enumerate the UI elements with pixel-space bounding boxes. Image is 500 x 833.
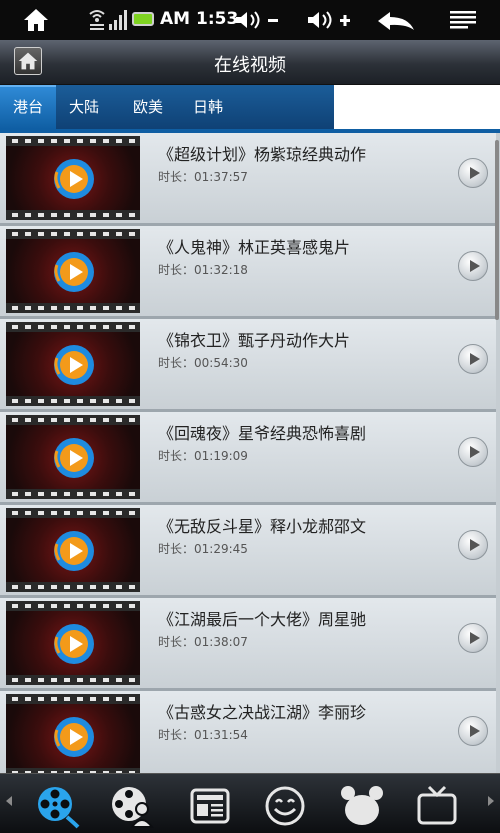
film-perforation xyxy=(6,601,140,611)
video-thumbnail[interactable] xyxy=(6,229,140,313)
wifi-icon xyxy=(89,10,105,30)
video-title[interactable]: 《人鬼神》林正英喜感鬼片 xyxy=(158,234,350,258)
tabs-empty-area xyxy=(334,85,500,129)
video-duration: 时长：01:37:57 xyxy=(158,170,248,184)
video-thumbnail[interactable] xyxy=(6,322,140,406)
video-list-item[interactable]: 《超级计划》杨紫琼经典动作时长：01:37:57 xyxy=(0,133,496,226)
video-title[interactable]: 《超级计划》杨紫琼经典动作 xyxy=(158,141,366,165)
tab-japan-korea[interactable]: 日韩 xyxy=(180,85,236,129)
video-duration: 时长：01:19:09 xyxy=(158,449,248,463)
status-time: AM 1:53 xyxy=(160,9,239,29)
play-button[interactable] xyxy=(458,530,488,560)
tab-europe-america[interactable]: 欧美 xyxy=(120,85,176,129)
film-perforation xyxy=(6,489,140,499)
bottom-nav xyxy=(0,773,500,833)
film-perforation xyxy=(6,322,140,332)
video-duration: 时长：01:32:18 xyxy=(158,263,248,277)
video-title[interactable]: 《古惑女之决战江湖》李丽珍 xyxy=(158,699,366,723)
smiley-icon[interactable] xyxy=(262,783,308,829)
film-perforation xyxy=(6,303,140,313)
video-thumbnail[interactable] xyxy=(6,508,140,592)
scroll-left-arrow-icon[interactable] xyxy=(6,796,12,806)
video-thumbnail[interactable] xyxy=(6,136,140,220)
play-button[interactable] xyxy=(458,158,488,188)
video-list-item[interactable]: 《回魂夜》星爷经典恐怖喜剧时长：01:19:09 xyxy=(0,412,496,505)
video-list[interactable]: 《超级计划》杨紫琼经典动作 时长：01:37:57 《人鬼神》林正英喜感鬼片 时长：0… xyxy=(0,133,500,773)
film-perforation xyxy=(6,136,140,146)
video-duration: 时长：00:54:30 xyxy=(158,356,248,370)
film-perforation xyxy=(6,694,140,704)
video-list-item[interactable]: 《人鬼神》林正英喜感鬼片时长：01:32:18 xyxy=(0,226,496,319)
scroll-right-arrow-icon[interactable] xyxy=(488,796,494,806)
battery-icon xyxy=(132,12,154,26)
video-title[interactable]: 《江湖最后一个大佬》周星驰 xyxy=(158,606,366,630)
tv-icon[interactable] xyxy=(414,783,460,829)
news-icon[interactable] xyxy=(187,783,233,829)
film-perforation xyxy=(6,508,140,518)
home-icon[interactable] xyxy=(22,6,50,34)
film-perforation xyxy=(6,229,140,239)
video-player-logo-icon xyxy=(54,624,94,664)
reel-person-icon[interactable] xyxy=(108,783,154,829)
film-perforation xyxy=(6,582,140,592)
video-player-logo-icon xyxy=(54,252,94,292)
list-scrollbar[interactable] xyxy=(495,140,499,320)
video-thumbnail[interactable] xyxy=(6,694,140,773)
play-button[interactable] xyxy=(458,251,488,281)
play-button[interactable] xyxy=(458,623,488,653)
title-bar: 在线视频 xyxy=(0,40,500,85)
play-button[interactable] xyxy=(458,716,488,746)
video-player-logo-icon xyxy=(54,159,94,199)
video-list-item[interactable]: 《江湖最后一个大佬》周星驰时长：01:38:07 xyxy=(0,598,496,691)
category-tabs: 港台 大陆 欧美 日韩 xyxy=(0,85,334,129)
video-thumbnail[interactable] xyxy=(6,601,140,685)
film-perforation xyxy=(6,210,140,220)
status-bar: AM 1:53 xyxy=(0,0,500,40)
signal-icon xyxy=(109,10,127,30)
page-title: 在线视频 xyxy=(214,55,286,76)
video-duration: 时长：01:38:07 xyxy=(158,635,248,649)
film-reel-icon[interactable] xyxy=(34,783,80,829)
video-duration: 时长：01:29:45 xyxy=(158,542,248,556)
film-perforation xyxy=(6,415,140,425)
video-list-item[interactable]: 《无敌反斗星》释小龙郝邵文时长：01:29:45 xyxy=(0,505,496,598)
video-title[interactable]: 《无敌反斗星》释小龙郝邵文 xyxy=(158,513,366,537)
video-title[interactable]: 《回魂夜》星爷经典恐怖喜剧 xyxy=(158,420,366,444)
bear-icon[interactable] xyxy=(339,783,385,829)
play-button[interactable] xyxy=(458,344,488,374)
video-title[interactable]: 《锦衣卫》甄子丹动作大片 xyxy=(158,327,350,351)
video-player-logo-icon xyxy=(54,345,94,385)
video-list-item[interactable]: 《古惑女之决战江湖》李丽珍时长：01:31:54 xyxy=(0,691,496,773)
volume-up-icon[interactable] xyxy=(306,10,354,30)
back-icon[interactable] xyxy=(376,10,416,32)
video-player-logo-icon xyxy=(54,717,94,757)
film-perforation xyxy=(6,675,140,685)
video-player-logo-icon xyxy=(54,438,94,478)
play-button[interactable] xyxy=(458,437,488,467)
film-perforation xyxy=(6,396,140,406)
video-thumbnail[interactable] xyxy=(6,415,140,499)
video-list-item[interactable]: 《锦衣卫》甄子丹动作大片时长：00:54:30 xyxy=(0,319,496,412)
video-player-logo-icon xyxy=(54,531,94,571)
volume-down-icon[interactable] xyxy=(234,10,282,30)
video-duration: 时长：01:31:54 xyxy=(158,728,248,742)
tab-mainland[interactable]: 大陆 xyxy=(56,85,112,129)
menu-icon[interactable] xyxy=(450,10,476,30)
tab-hk-tw[interactable]: 港台 xyxy=(0,85,56,129)
